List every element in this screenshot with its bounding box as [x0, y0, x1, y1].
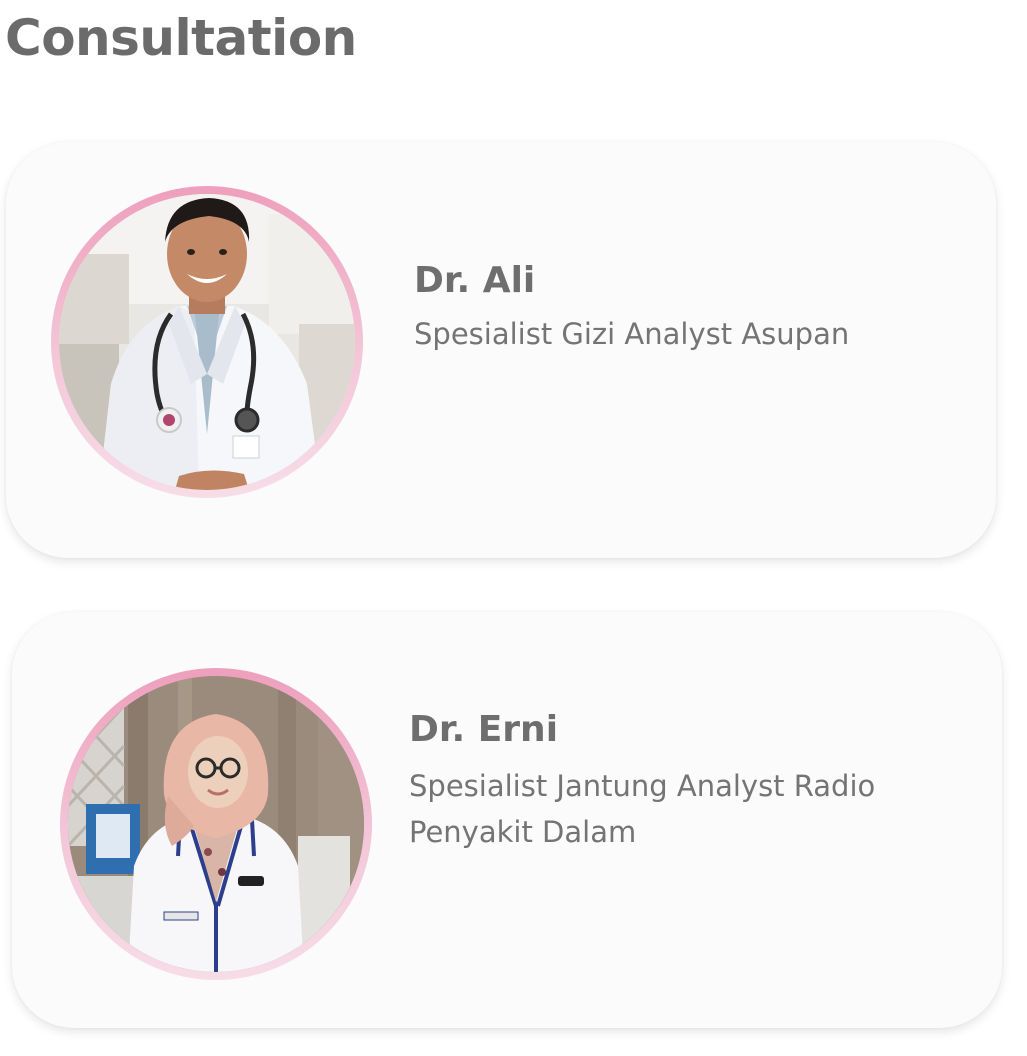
doctor-specialty: Spesialist Jantung Analyst Radio Penyaki… — [409, 769, 876, 849]
doctor-card-ali[interactable]: Dr. Ali Spesialist Gizi Analyst Asupan — [6, 142, 996, 558]
doctor-photo-male — [59, 194, 355, 490]
doctor-card-erni[interactable]: Dr. Erni Spesialist Jantung Analyst Radi… — [12, 612, 1002, 1028]
avatar — [59, 194, 355, 490]
doctor-specialty: Spesialist Gizi Analyst Asupan — [414, 317, 850, 351]
avatar-ring — [60, 668, 372, 980]
doctor-name: Dr. Ali — [414, 260, 536, 301]
avatar-ring — [51, 186, 363, 498]
doctor-photo-female — [68, 676, 364, 972]
doctor-name: Dr. Erni — [409, 709, 559, 750]
avatar — [68, 676, 364, 972]
page-title: Consultation — [5, 9, 357, 67]
